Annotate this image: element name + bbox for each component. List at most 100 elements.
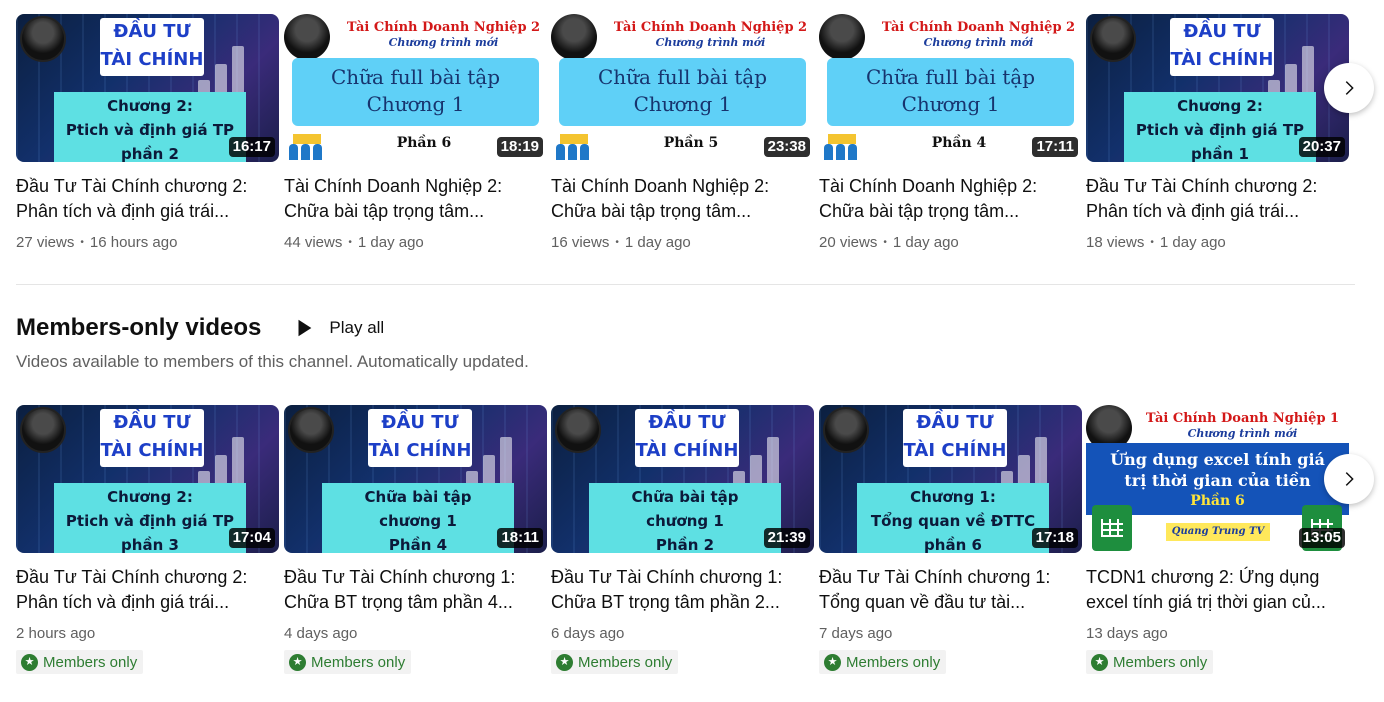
duration-badge: 20:37	[1298, 137, 1345, 157]
thumbnail-panel: Chữa full bài tập Chương 1	[559, 58, 806, 126]
brand-line: ĐẦU TƯ	[113, 412, 191, 433]
star-badge-icon: ★	[824, 653, 841, 671]
members-only-badge: ★ Members only	[16, 650, 144, 674]
section-divider	[16, 284, 1355, 285]
caption-line: Chữa bài tập	[631, 488, 739, 506]
channel-avatar-image	[288, 407, 334, 453]
caption-line: Chương 2:	[1177, 97, 1263, 115]
duration-badge: 21:39	[763, 528, 810, 548]
panel-line: Chương 1	[901, 92, 1000, 116]
panel-line: Chữa full bài tập	[865, 65, 1036, 89]
video-title-line: Đầu Tư Tài Chính chương 1:	[551, 567, 783, 587]
video-thumbnail[interactable]: Tài Chính Doanh Nghiệp 2 Chương trình mới…	[551, 14, 814, 162]
video-title-line: Phân tích và định giá trái...	[16, 592, 230, 612]
video-card[interactable]: ĐẦU TƯ TÀI CHÍNH Chương 1: Tổng quan về ĐTT…	[819, 405, 1082, 674]
video-row-top: ĐẦU TƯ TÀI CHÍNH Chương 2: Ptich và định gi…	[16, 14, 1349, 274]
video-card[interactable]: Tài Chính Doanh Nghiệp 2 Chương trình mới…	[284, 14, 547, 253]
brand-line: TÀI CHÍNH	[100, 440, 204, 461]
play-all-button[interactable]: Play all	[289, 313, 388, 343]
video-thumbnail[interactable]: Tài Chính Doanh Nghiệp 2 Chương trình mới…	[819, 14, 1082, 162]
panel-line: Chữa full bài tập	[597, 65, 768, 89]
video-title-line: TCDN1 chương 2: Ứng dụng	[1086, 567, 1320, 587]
video-title-line: Chữa bài tập trọng tâm...	[551, 201, 752, 221]
people-illustration	[554, 132, 594, 160]
panel-line: Ứng dụng excel tính giá	[1110, 450, 1325, 469]
video-title-line: Đầu Tư Tài Chính chương 2:	[1086, 176, 1318, 196]
video-title[interactable]: Đầu Tư Tài Chính chương 1: Chữa BT trọng …	[284, 565, 539, 615]
caption-line: phần 1	[1191, 145, 1249, 162]
separator-dot: •	[80, 237, 84, 248]
channel-avatar-image	[20, 16, 66, 62]
thumbnail-caption: Chương 2: Ptich và định giá TP phần 1	[1124, 92, 1316, 162]
brand-line: TÀI CHÍNH	[100, 49, 204, 70]
video-card[interactable]: ĐẦU TƯ TÀI CHÍNH Chữa bài tập chương 1 Phần …	[284, 405, 547, 674]
video-metadata: 18 views • 1 day ago	[1086, 233, 1349, 253]
video-metadata: 13 days ago	[1086, 624, 1349, 644]
channel-avatar-image	[284, 14, 330, 60]
brand-line: ĐẦU TƯ	[381, 412, 459, 433]
thumbnail-part-label: Phần 4	[931, 135, 987, 151]
video-title-line: Tài Chính Doanh Nghiệp 2:	[284, 176, 503, 196]
video-metadata: 44 views • 1 day ago	[284, 233, 547, 253]
duration-badge: 18:11	[497, 528, 543, 548]
thumbnail-brand-text: ĐẦU TƯ TÀI CHÍNH	[635, 409, 739, 467]
video-title[interactable]: Tài Chính Doanh Nghiệp 2: Chữa bài tập tr…	[284, 174, 539, 224]
video-metadata: 2 hours ago	[16, 624, 279, 644]
video-card[interactable]: Tài Chính Doanh Nghiệp 1 Chương trình mới…	[1086, 405, 1349, 674]
channel-avatar-image	[1090, 16, 1136, 62]
panel-line: Chữa full bài tập	[330, 65, 501, 89]
next-arrow-button[interactable]	[1324, 63, 1374, 113]
section-header: Members-only videos Play all	[16, 313, 388, 343]
video-title[interactable]: Tài Chính Doanh Nghiệp 2: Chữa bài tập tr…	[819, 174, 1074, 224]
video-title-line: Tài Chính Doanh Nghiệp 2:	[551, 176, 770, 196]
video-thumbnail[interactable]: ĐẦU TƯ TÀI CHÍNH Chữa bài tập chương 1 Phần …	[284, 405, 547, 553]
upload-age: 1 day ago	[624, 234, 691, 251]
video-thumbnail[interactable]: ĐẦU TƯ TÀI CHÍNH Chương 2: Ptich và định gi…	[16, 405, 279, 553]
video-card[interactable]: ĐẦU TƯ TÀI CHÍNH Chương 2: Ptich và định gi…	[1086, 14, 1349, 253]
channel-avatar-image	[555, 407, 601, 453]
video-card[interactable]: Tài Chính Doanh Nghiệp 2 Chương trình mới…	[551, 14, 814, 253]
video-title[interactable]: Tài Chính Doanh Nghiệp 2: Chữa bài tập tr…	[551, 174, 806, 224]
video-thumbnail[interactable]: Tài Chính Doanh Nghiệp 1 Chương trình mới…	[1086, 405, 1349, 553]
video-metadata: 7 days ago	[819, 624, 1082, 644]
video-title[interactable]: Đầu Tư Tài Chính chương 1: Chữa BT trọng …	[551, 565, 806, 615]
video-card[interactable]: ĐẦU TƯ TÀI CHÍNH Chương 2: Ptich và định gi…	[16, 405, 279, 674]
video-card[interactable]: ĐẦU TƯ TÀI CHÍNH Chữa bài tập chương 1 Phần …	[551, 405, 814, 674]
thumbnail-caption: Chữa bài tập chương 1 Phần 2	[589, 483, 781, 553]
section-title[interactable]: Members-only videos	[16, 314, 261, 342]
video-title[interactable]: Đầu Tư Tài Chính chương 2: Phân tích và đ…	[16, 174, 271, 224]
star-badge-icon: ★	[289, 653, 306, 671]
video-thumbnail[interactable]: ĐẦU TƯ TÀI CHÍNH Chương 2: Ptich và định gi…	[16, 14, 279, 162]
caption-line: Chương 2:	[107, 488, 193, 506]
video-thumbnail[interactable]: Tài Chính Doanh Nghiệp 2 Chương trình mới…	[284, 14, 547, 162]
brand-line: ĐẦU TƯ	[1183, 21, 1261, 42]
video-title[interactable]: Đầu Tư Tài Chính chương 2: Phân tích và đ…	[16, 565, 271, 615]
video-thumbnail[interactable]: ĐẦU TƯ TÀI CHÍNH Chương 2: Ptich và định gi…	[1086, 14, 1349, 162]
members-only-badge: ★ Members only	[819, 650, 947, 674]
thumbnail-subheader: Chương trình mới	[655, 36, 766, 49]
caption-line: Ptich và định giá TP	[65, 512, 235, 530]
video-thumbnail[interactable]: ĐẦU TƯ TÀI CHÍNH Chương 1: Tổng quan về ĐTT…	[819, 405, 1082, 553]
thumbnail-brand-text: ĐẦU TƯ TÀI CHÍNH	[903, 409, 1007, 467]
channel-avatar-image	[823, 407, 869, 453]
video-thumbnail[interactable]: ĐẦU TƯ TÀI CHÍNH Chữa bài tập chương 1 Phần …	[551, 405, 814, 553]
brand-line: TÀI CHÍNH	[635, 440, 739, 461]
video-metadata: 27 views • 16 hours ago	[16, 233, 279, 253]
play-all-label: Play all	[329, 318, 385, 337]
upload-age: 1 day ago	[357, 234, 424, 251]
caption-line: Chương 2:	[107, 97, 193, 115]
video-title[interactable]: TCDN1 chương 2: Ứng dụng excel tính giá t…	[1086, 565, 1341, 615]
next-arrow-button[interactable]	[1324, 454, 1374, 504]
video-title-line: Đầu Tư Tài Chính chương 1:	[284, 567, 516, 587]
caption-line: Ptich và định giá TP	[1135, 121, 1305, 139]
star-badge-icon: ★	[556, 653, 573, 671]
video-title[interactable]: Đầu Tư Tài Chính chương 1: Tổng quan về đ…	[819, 565, 1074, 615]
video-metadata: 4 days ago	[284, 624, 547, 644]
video-card[interactable]: ĐẦU TƯ TÀI CHÍNH Chương 2: Ptich và định gi…	[16, 14, 279, 253]
members-only-badge: ★ Members only	[1086, 650, 1214, 674]
video-card[interactable]: Tài Chính Doanh Nghiệp 2 Chương trình mới…	[819, 14, 1082, 253]
thumbnail-header: Tài Chính Doanh Nghiệp 2	[346, 20, 541, 35]
panel-line: trị thời gian của tiền	[1124, 471, 1311, 490]
caption-line: Phần 2	[655, 536, 715, 553]
video-title[interactable]: Đầu Tư Tài Chính chương 2: Phân tích và đ…	[1086, 174, 1341, 224]
